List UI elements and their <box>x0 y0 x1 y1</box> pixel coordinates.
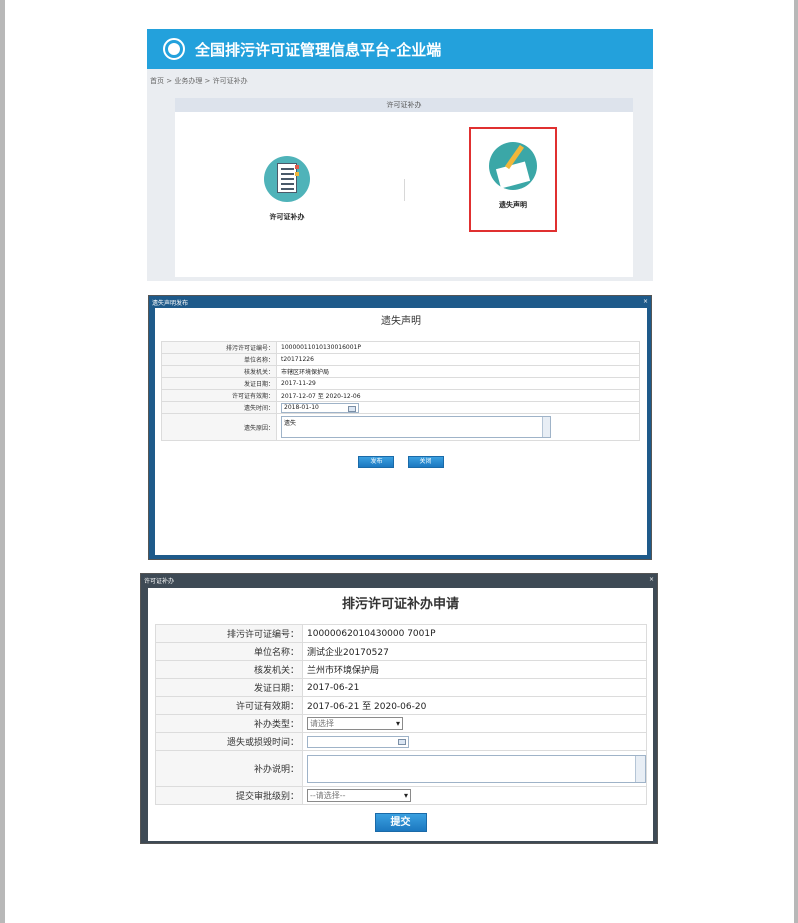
field-label: 单位名称： <box>161 353 277 366</box>
approval-level-value: --请选择-- <box>310 791 346 800</box>
field-label: 许可证有效期： <box>155 696 303 715</box>
form-row: 补办类型： 请选择 ▾ <box>155 714 647 733</box>
field-value: 2017-12-07 至 2020-12-06 <box>276 389 640 402</box>
dialog-heading: 遗失声明 <box>381 316 421 327</box>
field-label: 核发机关： <box>161 365 277 378</box>
dialog-body: 遗失声明 排污许可证编号： 10000011010130016001P 单位名称… <box>155 308 647 555</box>
form-row: 补办说明： <box>155 750 647 787</box>
field-value: 兰州市环境保护局 <box>302 660 647 679</box>
field-label: 核发机关： <box>155 660 303 679</box>
field-value: 2017-06-21 至 2020-06-20 <box>302 696 647 715</box>
emblem-icon <box>163 38 185 60</box>
field-label: 遗失时间： <box>161 401 277 414</box>
dialog-body: 排污许可证补办申请 排污许可证编号： 10000062010430000 700… <box>148 588 653 841</box>
submit-button[interactable]: 提交 <box>374 813 427 832</box>
option-license-reissue[interactable]: 许可证补办 <box>257 156 317 222</box>
calendar-icon[interactable] <box>348 405 356 412</box>
reissue-description-textarea[interactable] <box>307 754 646 783</box>
loss-damage-date-input[interactable] <box>307 735 409 748</box>
loss-form: 排污许可证编号： 10000011010130016001P 单位名称： t20… <box>161 341 640 441</box>
field-value: 10000011010130016001P <box>276 341 640 354</box>
dialog-window-title: 许可证补办 <box>144 578 175 585</box>
field-value: t20171226 <box>276 353 640 366</box>
publish-button[interactable]: 发布 <box>358 456 395 468</box>
loss-statement-dialog: 遗失声明发布 × 遗失声明 排污许可证编号： 10000011010130016… <box>148 295 652 560</box>
page-border-left <box>0 0 5 923</box>
dialog-heading: 排污许可证补办申请 <box>341 597 459 612</box>
dialog-titlebar: 遗失声明发布 × <box>149 296 651 308</box>
loss-date-value: 2018-01-10 <box>284 403 319 411</box>
reissue-type-select[interactable]: 请选择 ▾ <box>307 717 403 730</box>
reissue-form: 排污许可证编号： 10000062010430000 7001P 单位名称： 测… <box>155 624 647 805</box>
field-label: 遗失原因： <box>161 413 277 441</box>
loss-reason-value: 遗失 <box>284 420 297 427</box>
option-label: 遗失声明 <box>499 201 527 209</box>
option-label: 许可证补办 <box>269 213 305 221</box>
scrollbar[interactable] <box>635 755 645 782</box>
approval-level-select[interactable]: --请选择-- ▾ <box>307 789 411 802</box>
field-label: 排污许可证编号： <box>155 624 303 643</box>
form-row: 许可证有效期： 2017-12-07 至 2020-12-06 <box>161 389 640 402</box>
document-icon <box>264 156 310 202</box>
form-row: 核发机关： 市辖区环境保护局 <box>161 365 640 378</box>
form-row: 遗失原因： 遗失 <box>161 413 640 441</box>
dialog-actions: 提交 <box>148 810 653 832</box>
reissue-type-value: 请选择 <box>310 719 334 728</box>
field-label: 补办类型： <box>155 714 303 733</box>
scrollbar[interactable] <box>542 417 550 437</box>
field-label: 发证日期： <box>161 377 277 390</box>
field-value: 市辖区环境保护局 <box>276 365 640 378</box>
close-button[interactable]: 关闭 <box>407 456 444 468</box>
field-label: 发证日期： <box>155 678 303 697</box>
loss-reason-textarea[interactable]: 遗失 <box>281 416 551 438</box>
form-row: 发证日期： 2017-11-29 <box>161 377 640 390</box>
close-icon[interactable]: × <box>649 576 654 586</box>
field-value: 2017-06-21 <box>302 678 647 697</box>
field-label: 排污许可证编号： <box>161 341 277 354</box>
portal-screenshot: 全国排污许可证管理信息平台-企业端 首页 > 业务办理 > 许可证补办 许可证补… <box>147 29 653 281</box>
form-row: 单位名称： 测试企业20170527 <box>155 642 647 661</box>
field-label: 补办说明： <box>155 750 303 787</box>
form-row: 发证日期： 2017-06-21 <box>155 678 647 697</box>
chevron-down-icon: ▾ <box>403 791 408 800</box>
reissue-dialog: 许可证补办 × 排污许可证补办申请 排污许可证编号： 1000006201043… <box>140 573 658 844</box>
field-value: 测试企业20170527 <box>302 642 647 661</box>
page-border-right <box>794 0 798 923</box>
portal-header: 全国排污许可证管理信息平台-企业端 <box>147 29 653 69</box>
calendar-icon[interactable] <box>398 738 406 745</box>
form-row: 遗失或损毁时间： <box>155 732 647 751</box>
panel-title: 许可证补办 <box>175 98 633 112</box>
form-row: 排污许可证编号： 10000062010430000 7001P <box>155 624 647 643</box>
form-row: 核发机关： 兰州市环境保护局 <box>155 660 647 679</box>
form-row: 提交审批级别： --请选择-- ▾ <box>155 786 647 805</box>
field-label: 单位名称： <box>155 642 303 661</box>
dialog-actions: 发布 关闭 <box>155 448 647 468</box>
field-label: 遗失或损毁时间： <box>155 732 303 751</box>
portal-title: 全国排污许可证管理信息平台-企业端 <box>195 40 442 59</box>
form-row: 遗失时间： 2018-01-10 <box>161 401 640 414</box>
field-value: 10000062010430000 7001P <box>302 624 647 643</box>
dialog-titlebar: 许可证补办 × <box>141 574 657 586</box>
form-row: 单位名称： t20171226 <box>161 353 640 366</box>
reissue-panel: 许可证补办 许可证补办 遗失声明 <box>175 98 633 277</box>
breadcrumb: 首页 > 业务办理 > 许可证补办 <box>150 77 248 85</box>
form-row: 排污许可证编号： 10000011010130016001P <box>161 341 640 354</box>
chevron-down-icon: ▾ <box>395 719 400 728</box>
close-icon[interactable]: × <box>643 298 648 308</box>
divider <box>404 179 405 201</box>
loss-date-input[interactable]: 2018-01-10 <box>281 402 359 413</box>
pen-icon <box>489 142 537 190</box>
field-label: 提交审批级别： <box>155 786 303 805</box>
dialog-window-title: 遗失声明发布 <box>152 300 189 307</box>
form-row: 许可证有效期： 2017-06-21 至 2020-06-20 <box>155 696 647 715</box>
field-value: 2017-11-29 <box>276 377 640 390</box>
field-label: 许可证有效期： <box>161 389 277 402</box>
option-loss-statement[interactable]: 遗失声明 <box>469 127 557 232</box>
